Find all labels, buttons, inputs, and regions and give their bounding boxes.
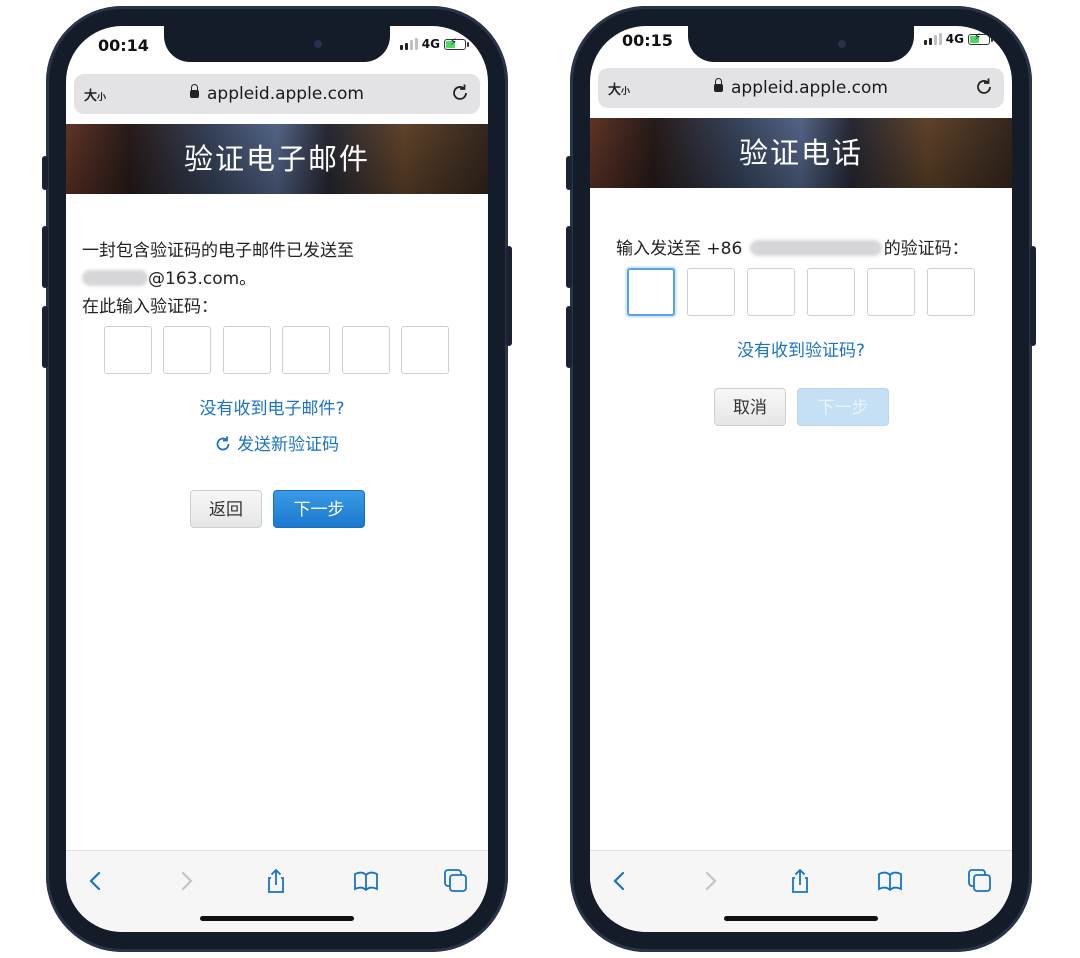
power-button bbox=[1030, 246, 1036, 346]
notch bbox=[688, 26, 914, 62]
no-code-link[interactable]: 没有收到验证码? bbox=[590, 336, 1012, 361]
code-prompt: 输入发送至 +86 的验证码： bbox=[616, 239, 969, 259]
back-icon[interactable] bbox=[82, 867, 110, 895]
volume-up-button bbox=[42, 226, 48, 288]
volume-down-button bbox=[42, 306, 48, 368]
volume-up-button bbox=[566, 226, 572, 288]
page-title: 验证电子邮件 bbox=[183, 142, 370, 176]
tabs-icon[interactable] bbox=[966, 867, 994, 895]
signal-icon bbox=[399, 38, 418, 50]
bookmarks-icon[interactable] bbox=[352, 867, 380, 895]
code-digit-4[interactable] bbox=[282, 326, 330, 374]
redacted-phone-number bbox=[749, 240, 882, 256]
url-display[interactable]: appleid.apple.com bbox=[598, 78, 1004, 98]
next-button[interactable]: 下一步 bbox=[273, 490, 365, 528]
code-prompt: 在此输入验证码： bbox=[82, 297, 218, 317]
mute-switch bbox=[566, 156, 572, 190]
code-digit-3[interactable] bbox=[223, 326, 271, 374]
back-button[interactable]: 返回 bbox=[190, 490, 262, 528]
address-bar[interactable]: 大小 appleid.apple.com bbox=[74, 74, 480, 114]
share-icon[interactable] bbox=[786, 867, 814, 895]
url-display[interactable]: appleid.apple.com bbox=[74, 84, 480, 104]
forward-icon[interactable] bbox=[696, 867, 724, 895]
cancel-button[interactable]: 取消 bbox=[714, 388, 786, 426]
code-digit-6[interactable] bbox=[927, 268, 975, 316]
bookmarks-icon[interactable] bbox=[876, 867, 904, 895]
status-time: 00:15 bbox=[622, 31, 673, 50]
network-type: 4G bbox=[421, 37, 440, 51]
redacted-email-user bbox=[82, 270, 148, 286]
signal-icon bbox=[923, 33, 942, 45]
code-digit-4[interactable] bbox=[807, 268, 855, 316]
status-indicators: 4G ⚡ bbox=[923, 30, 993, 48]
power-button bbox=[506, 246, 512, 346]
lock-icon bbox=[714, 78, 723, 92]
code-digit-5[interactable] bbox=[342, 326, 390, 374]
message-line: 一封包含验证码的电子邮件已发送至 bbox=[82, 241, 354, 261]
battery-icon: ⚡ bbox=[444, 37, 469, 50]
code-digit-3[interactable] bbox=[747, 268, 795, 316]
phone-email-verification: 00:14 4G ⚡ 大小 appleid.apple.com 验证电子邮件 一… bbox=[42, 6, 512, 952]
notch bbox=[164, 26, 390, 62]
resend-code-link[interactable]: 发送新验证码 bbox=[66, 430, 486, 455]
next-button[interactable]: 下一步 bbox=[797, 388, 889, 426]
back-icon[interactable] bbox=[606, 867, 634, 895]
phone-phone-verification: 00:15 4G ⚡ 大小 appleid.apple.com 验证电话 输入发… bbox=[566, 6, 1036, 952]
address-bar[interactable]: 大小 appleid.apple.com bbox=[598, 68, 1004, 108]
status-time: 00:14 bbox=[98, 36, 149, 55]
email-address: @163.com。 bbox=[82, 264, 256, 289]
network-type: 4G bbox=[945, 32, 964, 46]
screen: 00:15 4G ⚡ 大小 appleid.apple.com 验证电话 输入发… bbox=[590, 26, 1012, 932]
code-digit-6[interactable] bbox=[401, 326, 449, 374]
page-banner: 验证电话 bbox=[590, 118, 1012, 188]
code-digit-2[interactable] bbox=[687, 268, 735, 316]
screen: 00:14 4G ⚡ 大小 appleid.apple.com 验证电子邮件 一… bbox=[66, 26, 488, 932]
battery-icon: ⚡ bbox=[968, 32, 993, 45]
mute-switch bbox=[42, 156, 48, 190]
tabs-icon[interactable] bbox=[442, 867, 470, 895]
volume-down-button bbox=[566, 306, 572, 368]
home-indicator[interactable] bbox=[200, 916, 354, 921]
lock-icon bbox=[190, 84, 199, 98]
reload-icon[interactable] bbox=[450, 83, 470, 103]
code-digit-1[interactable] bbox=[627, 268, 675, 316]
reload-icon[interactable] bbox=[974, 77, 994, 97]
page-title: 验证电话 bbox=[738, 136, 863, 170]
status-indicators: 4G ⚡ bbox=[399, 35, 469, 53]
no-email-link[interactable]: 没有收到电子邮件? bbox=[66, 394, 478, 419]
home-indicator[interactable] bbox=[724, 916, 878, 921]
share-icon[interactable] bbox=[262, 867, 290, 895]
code-digit-2[interactable] bbox=[163, 326, 211, 374]
page-banner: 验证电子邮件 bbox=[66, 124, 488, 194]
code-digit-5[interactable] bbox=[867, 268, 915, 316]
code-digit-1[interactable] bbox=[104, 326, 152, 374]
forward-icon[interactable] bbox=[172, 867, 200, 895]
refresh-icon bbox=[216, 436, 230, 451]
